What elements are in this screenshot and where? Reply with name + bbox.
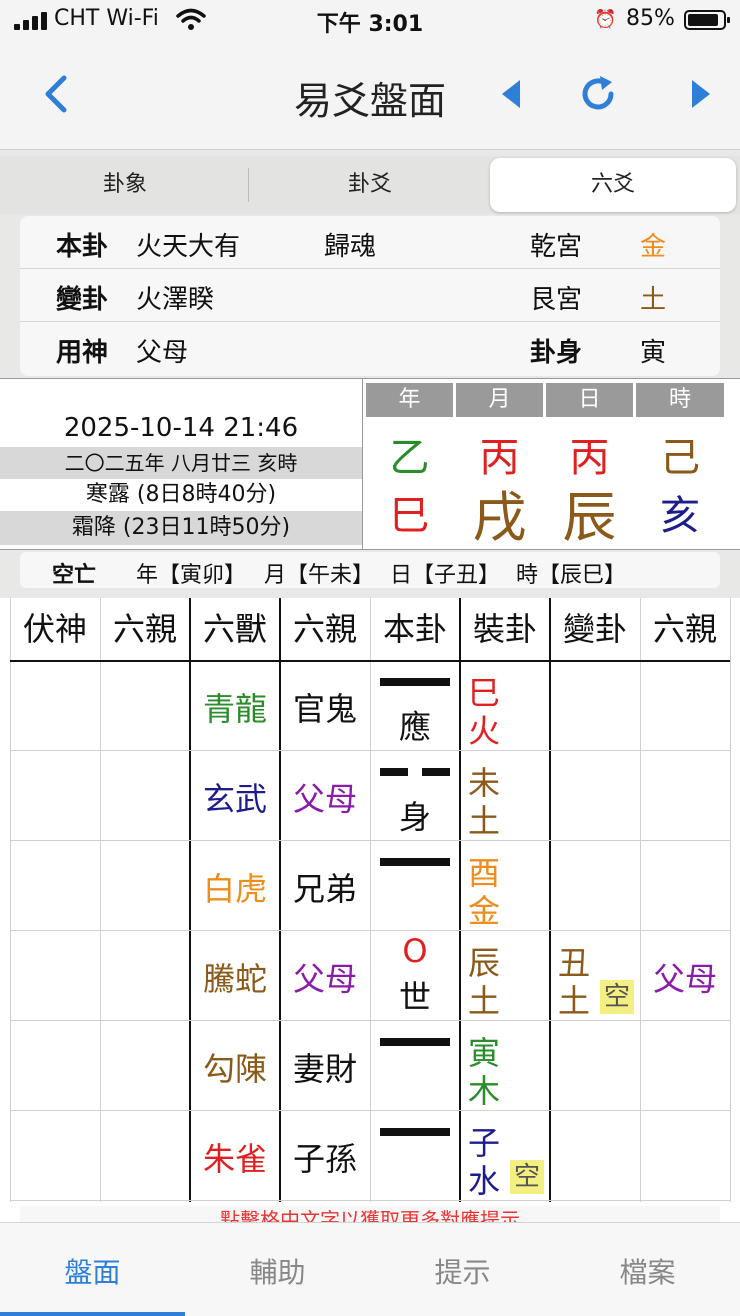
battery-percent: 85% [626,6,675,31]
navigation-bar: 易爻盤面 [0,40,740,150]
datetime: 2025-10-14 21:46 [63,413,299,443]
yong-shen-label: 用神 [56,338,109,368]
header-liu-qin-1: 六親 [112,610,177,648]
element-row-2[interactable]: 土 [464,796,504,842]
day-branch[interactable]: 辰 [546,473,633,552]
header-ben-gua: 本卦 [382,610,447,648]
tab-liu-yao[interactable]: 六爻 [490,158,736,212]
gua-shen-label: 卦身 [530,338,583,368]
change-element-row-4[interactable]: 土 [554,976,594,1022]
kong-badge-row-6: 空 [510,1160,544,1194]
year-branch[interactable]: 巳 [366,483,453,541]
header-zhuang-gua: 裝卦 [472,610,537,648]
header-bian-gua: 變卦 [562,610,627,648]
hour-stem[interactable]: 己 [636,425,724,483]
previous-triangle-icon[interactable] [500,78,522,110]
kin-row-6[interactable]: 子孫 [280,1134,370,1180]
yong-shen-row[interactable]: 用神 父母 卦身 寅 [20,322,720,375]
ben-gua-extra: 歸魂 [324,232,377,262]
header-liu-qin-3: 六親 [652,610,717,648]
beast-row-1[interactable]: 青龍 [190,684,280,730]
header-fu-shen: 伏神 [22,610,87,648]
moving-mark-row-4[interactable]: O [370,932,460,970]
date-ganzhi-block: 2025-10-14 21:46 二〇二五年 八月廿三 亥時 寒露 (8日8時4… [0,378,740,550]
year-header: 年 [366,383,453,417]
bian-gua-palace: 艮宮 [530,285,583,315]
tab-gua-yao[interactable]: 卦爻 [250,158,490,212]
active-tab-indicator [0,1312,185,1316]
hour-header: 時 [636,383,724,417]
status-bar: CHT Wi-Fi 下午 3:01 ⏰ 85% [0,0,740,40]
header-liu-qin-2: 六親 [292,610,357,648]
beast-row-5[interactable]: 勾陳 [190,1044,280,1090]
tab-dang-an[interactable]: 檔案 [555,1251,740,1291]
beast-row-3[interactable]: 白虎 [190,864,280,910]
bian-gua-row[interactable]: 變卦 火澤睽 艮宮 土 [20,269,720,322]
header-liu-shou: 六獸 [202,610,267,648]
yang-line-row-3[interactable] [380,858,450,866]
kong-month: 月【午未】 [264,563,375,588]
next-triangle-icon[interactable] [690,78,712,110]
year-stem[interactable]: 乙 [366,425,453,483]
battery-icon [684,10,730,30]
segmented-control: 卦象 卦爻 六爻 [0,156,740,214]
yang-line-row-1[interactable] [380,678,450,686]
ben-gua-palace: 乾宮 [530,232,583,262]
liu-yao-table: 伏神 六親 六獸 六親 本卦 裝卦 變卦 六親 青龍 官鬼 應 巳 火 玄武 父… [0,598,740,1222]
yong-shen-value: 父母 [136,338,189,368]
refresh-icon[interactable] [578,74,618,114]
solar-term-1: 寒露 (8日8時40分) [85,482,277,507]
element-row-5[interactable]: 木 [464,1066,504,1112]
alarm-icon: ⏰ [594,9,617,30]
kin-row-3[interactable]: 兄弟 [280,864,370,910]
tab-fu-zhu[interactable]: 輔助 [185,1251,370,1291]
kin-row-2[interactable]: 父母 [280,774,370,820]
kong-wang-bar: 空亡 年【寅卯】 月【午未】 日【子丑】 時【辰巳】 [20,552,720,588]
kong-hour: 時【辰巳】 [516,563,627,588]
month-header: 月 [456,383,543,417]
kin-row-1[interactable]: 官鬼 [280,684,370,730]
kong-badge-change-row-4: 空 [600,980,634,1014]
hint-banner: 點擊格中文字以獲取更多對應提示 [20,1206,720,1222]
kin-row-4[interactable]: 父母 [280,954,370,1000]
element-row-1[interactable]: 火 [464,706,504,752]
kin-row-5[interactable]: 妻財 [280,1044,370,1090]
element-row-4[interactable]: 土 [464,976,504,1022]
ben-gua-label: 本卦 [56,232,109,262]
mark-row-2: 身 [398,798,431,836]
tab-ti-shi[interactable]: 提示 [370,1251,555,1291]
beast-row-4[interactable]: 騰蛇 [190,954,280,1000]
beast-row-6[interactable]: 朱雀 [190,1134,280,1180]
month-branch[interactable]: 戌 [456,473,543,552]
beast-row-2[interactable]: 玄武 [190,774,280,820]
bian-gua-label: 變卦 [56,285,109,315]
tab-bar: 盤面 輔助 提示 檔案 [0,1222,740,1316]
kong-day: 日【子丑】 [390,563,501,588]
yang-line-row-6[interactable] [380,1128,450,1136]
hour-branch[interactable]: 亥 [636,483,724,541]
bian-gua-name: 火澤睽 [136,285,215,315]
kong-year: 年【寅卯】 [136,563,247,588]
page-title: 易爻盤面 [293,79,446,123]
kong-wang-label: 空亡 [52,563,97,588]
tab-pan-mian[interactable]: 盤面 [0,1251,185,1291]
hexagram-info-card: 本卦 火天大有 歸魂 乾宮 金 變卦 火澤睽 艮宮 土 用神 父母 卦身 寅 [20,216,720,376]
mark-row-4: 世 [398,978,431,1016]
mark-row-1: 應 [398,708,431,746]
yang-line-row-5[interactable] [380,1038,450,1046]
bian-gua-element: 土 [640,285,667,315]
ben-gua-name: 火天大有 [136,232,241,262]
gua-shen-value: 寅 [640,338,667,368]
ben-gua-row[interactable]: 本卦 火天大有 歸魂 乾宮 金 [20,216,720,269]
element-row-3[interactable]: 金 [464,886,504,932]
day-header: 日 [546,383,633,417]
solar-term-2: 霜降 (23日11時50分) [0,511,362,545]
change-kin-row-4[interactable]: 父母 [640,954,730,1000]
lunar-date: 二〇二五年 八月廿三 亥時 [0,447,362,479]
ben-gua-element: 金 [640,232,667,262]
yin-line-row-2[interactable] [380,768,450,776]
tab-gua-xiang[interactable]: 卦象 [4,158,246,212]
element-row-6[interactable]: 水 [464,1156,504,1202]
